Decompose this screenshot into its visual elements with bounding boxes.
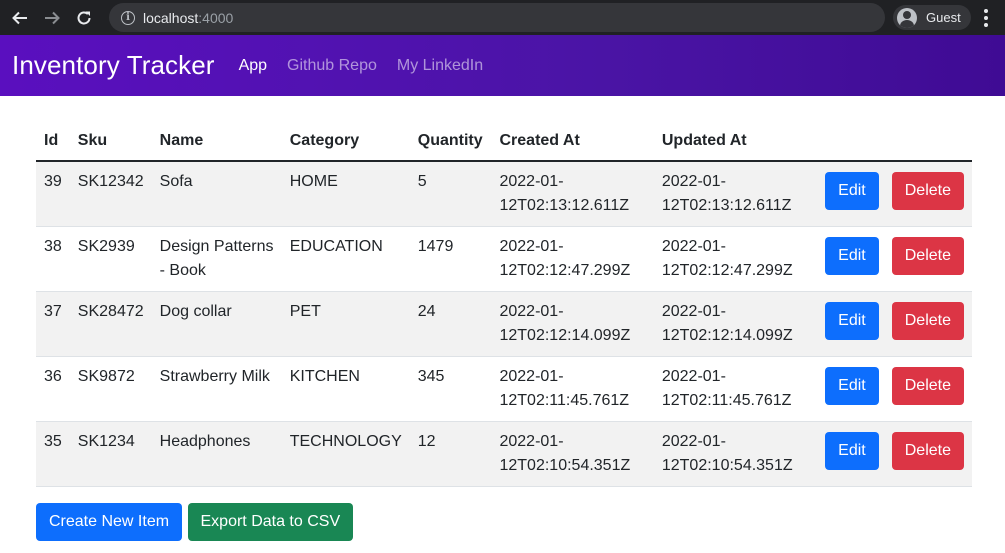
table-row: 37 SK28472 Dog collar PET 24 2022-01-12T…	[36, 291, 972, 357]
cell-category: EDUCATION	[281, 226, 410, 292]
cell-id: 38	[36, 226, 70, 292]
main-content: Id Sku Name Category Quantity Created At…	[0, 121, 1005, 541]
navbar: Inventory Tracker App Github Repo My Lin…	[0, 35, 1005, 96]
header-name: Name	[151, 121, 282, 162]
header-updated-at: Updated At	[653, 121, 817, 162]
cell-category: TECHNOLOGY	[281, 421, 410, 487]
create-new-item-button[interactable]: Create New Item	[36, 502, 183, 541]
edit-button[interactable]: Edit	[825, 431, 879, 470]
cell-sku: SK9872	[69, 356, 152, 422]
cell-actions: Edit Delete	[816, 226, 972, 292]
back-arrow-icon[interactable]	[8, 6, 32, 30]
table-row: 38 SK2939 Design Patterns - Book EDUCATI…	[36, 226, 972, 292]
cell-id: 37	[36, 291, 70, 357]
cell-actions: Edit Delete	[816, 291, 972, 357]
cell-sku: SK1234	[69, 421, 152, 487]
cell-created-at: 2022-01-12T02:13:12.611Z	[491, 161, 654, 227]
forward-arrow-icon[interactable]	[40, 6, 64, 30]
cell-quantity: 24	[409, 291, 492, 357]
table-row: 35 SK1234 Headphones TECHNOLOGY 12 2022-…	[36, 421, 972, 487]
delete-button[interactable]: Delete	[891, 301, 964, 340]
cell-actions: Edit Delete	[816, 421, 972, 487]
inventory-table: Id Sku Name Category Quantity Created At…	[36, 121, 972, 487]
guest-avatar-icon	[897, 7, 917, 28]
header-actions	[816, 121, 972, 162]
cell-name: Sofa	[151, 161, 282, 227]
browser-toolbar: i localhost:4000 Guest	[0, 0, 1005, 35]
nav-link-app[interactable]: App	[239, 57, 267, 75]
header-sku: Sku	[69, 121, 152, 162]
cell-sku: SK2939	[69, 226, 152, 292]
cell-created-at: 2022-01-12T02:11:45.761Z	[491, 356, 654, 422]
reload-icon[interactable]	[72, 6, 96, 30]
cell-updated-at: 2022-01-12T02:12:47.299Z	[653, 226, 817, 292]
header-quantity: Quantity	[409, 121, 492, 162]
cell-name: Strawberry Milk	[151, 356, 282, 422]
delete-button[interactable]: Delete	[891, 431, 964, 470]
edit-button[interactable]: Edit	[825, 366, 879, 405]
cell-id: 39	[36, 161, 70, 227]
cell-quantity: 5	[409, 161, 492, 227]
cell-name: Headphones	[151, 421, 282, 487]
edit-button[interactable]: Edit	[825, 172, 879, 210]
cell-updated-at: 2022-01-12T02:12:14.099Z	[653, 291, 817, 357]
cell-updated-at: 2022-01-12T02:10:54.351Z	[653, 421, 817, 487]
cell-name: Dog collar	[151, 291, 282, 357]
delete-button[interactable]: Delete	[891, 236, 964, 275]
cell-id: 36	[36, 356, 70, 422]
address-host: localhost	[143, 9, 199, 26]
cell-created-at: 2022-01-12T02:12:47.299Z	[491, 226, 654, 292]
edit-button[interactable]: Edit	[825, 236, 879, 275]
cell-quantity: 1479	[409, 226, 492, 292]
delete-button[interactable]: Delete	[891, 172, 964, 210]
cell-actions: Edit Delete	[816, 356, 972, 422]
brand-title[interactable]: Inventory Tracker	[12, 50, 215, 81]
cell-created-at: 2022-01-12T02:10:54.351Z	[491, 421, 654, 487]
cell-category: KITCHEN	[281, 356, 410, 422]
nav-link-github-repo[interactable]: Github Repo	[287, 57, 377, 75]
profile-button[interactable]: Guest	[893, 5, 971, 30]
table-row: 39 SK12342 Sofa HOME 5 2022-01-12T02:13:…	[36, 161, 972, 227]
edit-button[interactable]: Edit	[825, 301, 879, 340]
cell-quantity: 12	[409, 421, 492, 487]
address-port: :4000	[198, 9, 234, 26]
cell-id: 35	[36, 421, 70, 487]
cell-name: Design Patterns - Book	[151, 226, 282, 292]
export-csv-button[interactable]: Export Data to CSV	[187, 502, 354, 541]
table-row: 36 SK9872 Strawberry Milk KITCHEN 345 20…	[36, 356, 972, 422]
site-info-icon[interactable]: i	[121, 10, 135, 25]
cell-actions: Edit Delete	[816, 161, 972, 227]
cell-category: HOME	[281, 161, 410, 227]
cell-sku: SK12342	[69, 161, 152, 227]
footer-actions: Create New Item Export Data to CSV	[36, 502, 972, 541]
cell-updated-at: 2022-01-12T02:13:12.611Z	[653, 161, 817, 227]
cell-category: PET	[281, 291, 410, 357]
table-header-row: Id Sku Name Category Quantity Created At…	[36, 121, 972, 162]
header-created-at: Created At	[491, 121, 654, 162]
nav-link-linkedin[interactable]: My LinkedIn	[397, 57, 483, 75]
delete-button[interactable]: Delete	[891, 366, 964, 405]
profile-label: Guest	[926, 10, 961, 25]
cell-sku: SK28472	[69, 291, 152, 357]
header-id: Id	[36, 121, 70, 162]
cell-quantity: 345	[409, 356, 492, 422]
cell-created-at: 2022-01-12T02:12:14.099Z	[491, 291, 654, 357]
kebab-menu-icon[interactable]	[979, 9, 993, 27]
header-category: Category	[281, 121, 410, 162]
cell-updated-at: 2022-01-12T02:11:45.761Z	[653, 356, 817, 422]
address-bar[interactable]: i localhost:4000	[109, 3, 885, 32]
